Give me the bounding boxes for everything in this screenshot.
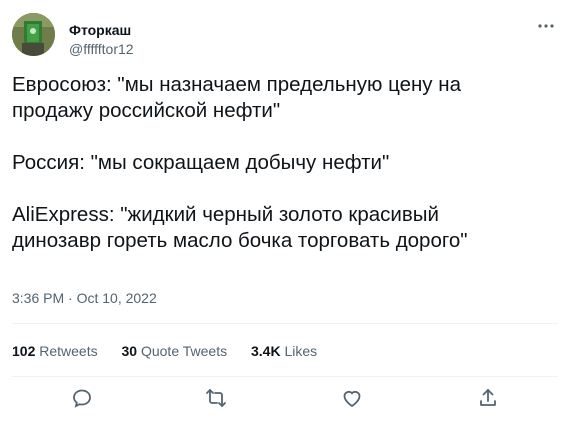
tweet-text: Евросоюз: "мы назначаем предельную цену … xyxy=(12,73,468,252)
likes-stat[interactable]: 3.4K Likes xyxy=(251,343,317,359)
more-horizontal-icon[interactable] xyxy=(536,16,556,36)
avatar[interactable] xyxy=(12,13,55,56)
display-name[interactable]: Фторкаш xyxy=(69,22,131,38)
quotes-count: 30 xyxy=(121,343,138,359)
reply-icon[interactable] xyxy=(70,386,94,410)
action-bar xyxy=(0,386,570,416)
tweet-header: Фторкаш @ffffftor12 xyxy=(12,10,558,57)
tweet-timestamp[interactable]: 3:36 PM · Oct 10, 2022 xyxy=(12,290,157,306)
retweets-count: 102 xyxy=(12,343,36,359)
retweets-label: Retweets xyxy=(39,343,98,359)
retweet-icon[interactable] xyxy=(204,386,228,410)
likes-label: Likes xyxy=(284,343,318,359)
quotes-stat[interactable]: 30 Quote Tweets xyxy=(122,343,228,359)
share-icon[interactable] xyxy=(476,386,500,410)
quotes-label: Quote Tweets xyxy=(140,343,228,359)
retweets-stat[interactable]: 102 Retweets xyxy=(12,343,98,359)
user-handle[interactable]: @ffffftor12 xyxy=(69,41,134,57)
tweet-stats: 102 Retweets 30 Quote Tweets 3.4K Likes xyxy=(12,343,337,359)
heart-icon[interactable] xyxy=(340,386,364,410)
divider xyxy=(12,323,558,324)
divider xyxy=(12,376,558,377)
likes-count: 3.4K xyxy=(251,343,281,359)
